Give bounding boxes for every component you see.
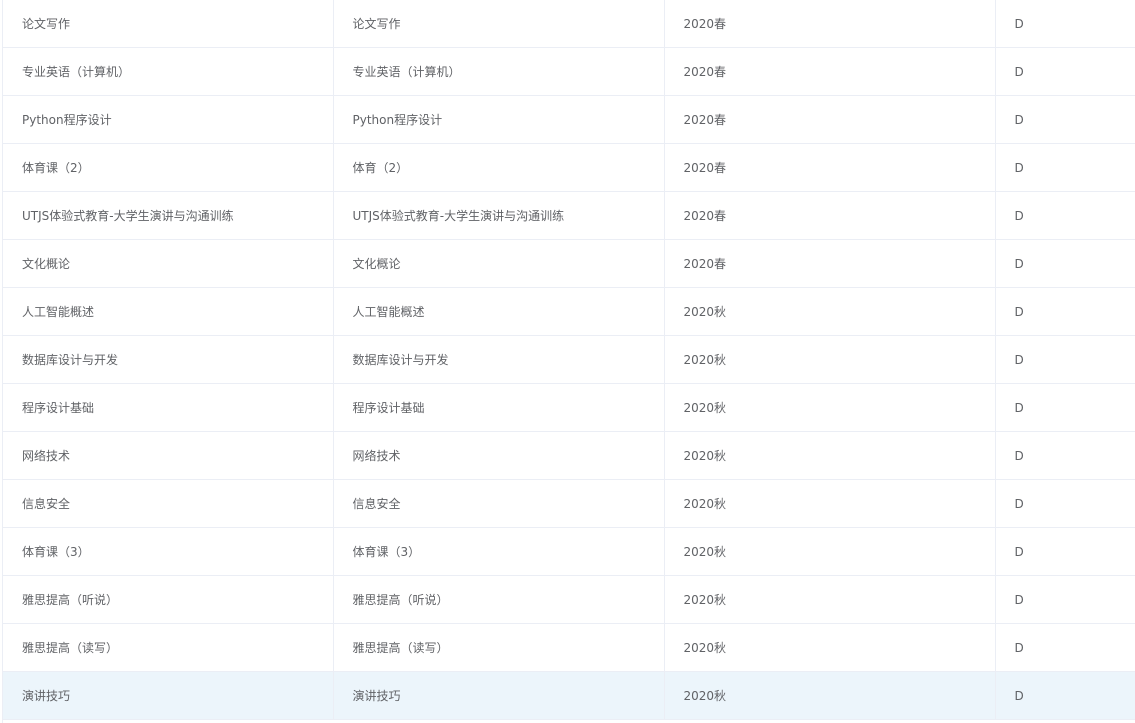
- table-row[interactable]: 信息安全 信息安全 2020秋 D: [3, 479, 1135, 528]
- term-cell: 2020秋: [664, 623, 996, 672]
- course-table-body: 论文写作 论文写作 2020春 D 专业英语（计算机） 专业英语（计算机） 20…: [3, 0, 1135, 720]
- grade-cell: D: [995, 527, 1135, 576]
- original-course-name-cell: 网络技术: [333, 431, 665, 480]
- course-name-cell: Python程序设计: [3, 95, 334, 144]
- course-name-cell: 程序设计基础: [3, 383, 334, 432]
- table-row[interactable]: 雅思提高（读写） 雅思提高（读写） 2020秋 D: [3, 623, 1135, 672]
- grade-cell: D: [995, 479, 1135, 528]
- table-row-hovered[interactable]: 演讲技巧 演讲技巧 2020秋 D: [3, 671, 1135, 720]
- grade-cell: D: [995, 335, 1135, 384]
- table-row[interactable]: 论文写作 论文写作 2020春 D: [3, 0, 1135, 48]
- grade-cell: D: [995, 623, 1135, 672]
- term-cell: 2020秋: [664, 431, 996, 480]
- course-name-cell: 论文写作: [3, 0, 334, 48]
- term-cell: 2020秋: [664, 383, 996, 432]
- original-course-name-cell: 专业英语（计算机）: [333, 47, 665, 96]
- original-course-name-cell: 雅思提高（读写）: [333, 623, 665, 672]
- grade-cell: D: [995, 383, 1135, 432]
- original-course-name-cell: 雅思提高（听说）: [333, 575, 665, 624]
- table-row[interactable]: UTJS体验式教育-大学生演讲与沟通训练 UTJS体验式教育-大学生演讲与沟通训…: [3, 191, 1135, 240]
- course-name-cell: 文化概论: [3, 239, 334, 288]
- grade-cell: D: [995, 431, 1135, 480]
- original-course-name-cell: 论文写作: [333, 0, 665, 48]
- course-name-cell: UTJS体验式教育-大学生演讲与沟通训练: [3, 191, 334, 240]
- term-cell: 2020春: [664, 143, 996, 192]
- table-row[interactable]: 数据库设计与开发 数据库设计与开发 2020秋 D: [3, 335, 1135, 384]
- course-name-cell: 雅思提高（听说）: [3, 575, 334, 624]
- term-cell: 2020春: [664, 239, 996, 288]
- course-name-cell: 专业英语（计算机）: [3, 47, 334, 96]
- grade-cell: D: [995, 287, 1135, 336]
- table-row[interactable]: 人工智能概述 人工智能概述 2020秋 D: [3, 287, 1135, 336]
- table-row[interactable]: 体育课（2） 体育（2） 2020春 D: [3, 143, 1135, 192]
- original-course-name-cell: Python程序设计: [333, 95, 665, 144]
- term-cell: 2020春: [664, 95, 996, 144]
- term-cell: 2020秋: [664, 287, 996, 336]
- course-name-cell: 信息安全: [3, 479, 334, 528]
- term-cell: 2020秋: [664, 527, 996, 576]
- course-name-cell: 雅思提高（读写）: [3, 623, 334, 672]
- term-cell: 2020秋: [664, 479, 996, 528]
- original-course-name-cell: 程序设计基础: [333, 383, 665, 432]
- original-course-name-cell: UTJS体验式教育-大学生演讲与沟通训练: [333, 191, 665, 240]
- term-cell: 2020春: [664, 191, 996, 240]
- original-course-name-cell: 演讲技巧: [333, 671, 665, 720]
- course-name-cell: 人工智能概述: [3, 287, 334, 336]
- course-name-cell: 体育课（2）: [3, 143, 334, 192]
- table-row[interactable]: 文化概论 文化概论 2020春 D: [3, 239, 1135, 288]
- table-row[interactable]: 雅思提高（听说） 雅思提高（听说） 2020秋 D: [3, 575, 1135, 624]
- grade-cell: D: [995, 191, 1135, 240]
- grade-cell: D: [995, 575, 1135, 624]
- original-course-name-cell: 体育（2）: [333, 143, 665, 192]
- grade-cell: D: [995, 47, 1135, 96]
- term-cell: 2020秋: [664, 575, 996, 624]
- term-cell: 2020秋: [664, 335, 996, 384]
- grade-cell: D: [995, 671, 1135, 720]
- grade-cell: D: [995, 239, 1135, 288]
- original-course-name-cell: 体育课（3）: [333, 527, 665, 576]
- grade-cell: D: [995, 95, 1135, 144]
- table-row[interactable]: 程序设计基础 程序设计基础 2020秋 D: [3, 383, 1135, 432]
- original-course-name-cell: 文化概论: [333, 239, 665, 288]
- course-name-cell: 演讲技巧: [3, 671, 334, 720]
- course-name-cell: 数据库设计与开发: [3, 335, 334, 384]
- grade-cell: D: [995, 143, 1135, 192]
- term-cell: 2020春: [664, 47, 996, 96]
- original-course-name-cell: 人工智能概述: [333, 287, 665, 336]
- table-row[interactable]: 专业英语（计算机） 专业英语（计算机） 2020春 D: [3, 47, 1135, 96]
- original-course-name-cell: 信息安全: [333, 479, 665, 528]
- table-row[interactable]: Python程序设计 Python程序设计 2020春 D: [3, 95, 1135, 144]
- grade-cell: D: [995, 0, 1135, 48]
- course-table: 论文写作 论文写作 2020春 D 专业英语（计算机） 专业英语（计算机） 20…: [3, 0, 1135, 720]
- table-row[interactable]: 体育课（3） 体育课（3） 2020秋 D: [3, 527, 1135, 576]
- term-cell: 2020秋: [664, 671, 996, 720]
- course-name-cell: 体育课（3）: [3, 527, 334, 576]
- table-row[interactable]: 网络技术 网络技术 2020秋 D: [3, 431, 1135, 480]
- original-course-name-cell: 数据库设计与开发: [333, 335, 665, 384]
- term-cell: 2020春: [664, 0, 996, 48]
- course-name-cell: 网络技术: [3, 431, 334, 480]
